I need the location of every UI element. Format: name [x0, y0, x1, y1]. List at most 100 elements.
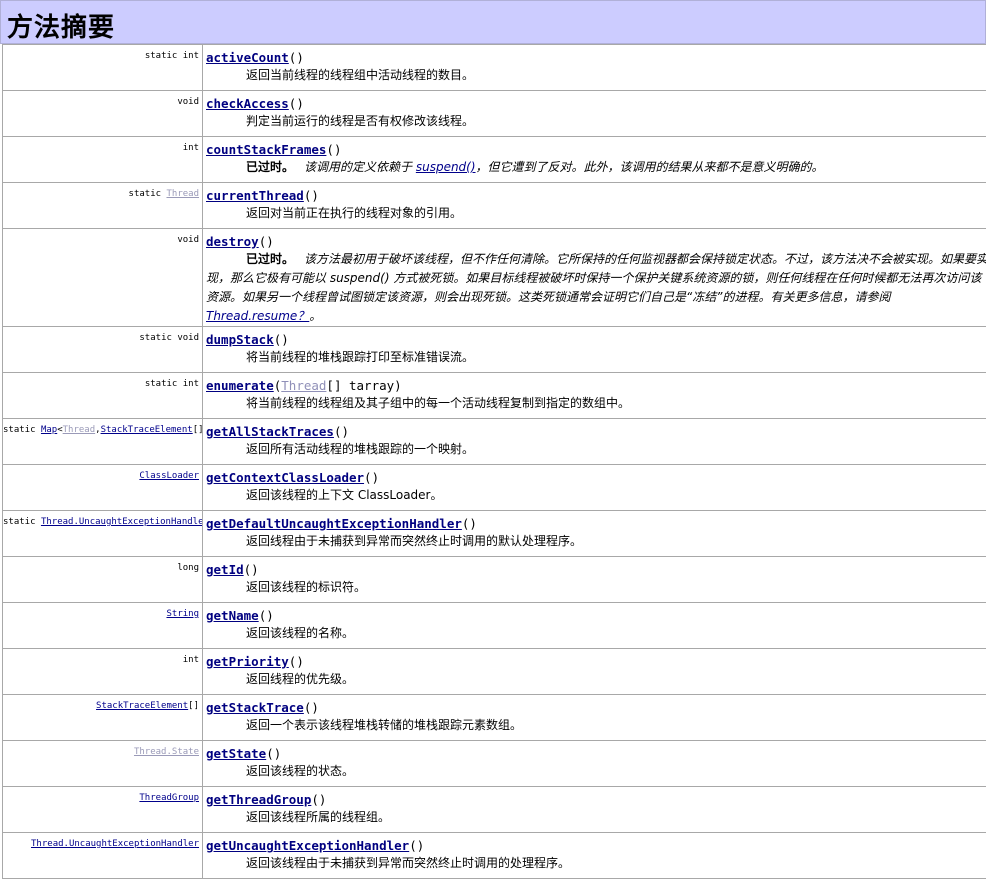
method-row: ThreadGroup getThreadGroup()返回该线程所属的线程组。: [3, 787, 986, 833]
method-description: 返回该线程的名称。: [206, 624, 986, 643]
paren-close: ): [311, 700, 319, 715]
method-name-link[interactable]: enumerate: [206, 378, 274, 393]
method-name-link[interactable]: checkAccess: [206, 96, 289, 111]
method-signature: checkAccess(): [206, 95, 986, 112]
method-description-cell: getPriority()返回线程的优先级。: [203, 649, 986, 695]
method-name-link[interactable]: getContextClassLoader: [206, 470, 364, 485]
method-description-cell: getAllStackTraces()返回所有活动线程的堆栈跟踪的一个映射。: [203, 419, 986, 465]
method-row: int countStackFrames()已过时。该调用的定义依赖于 suspe…: [3, 137, 986, 183]
method-row: voidcheckAccess()判定当前运行的线程是否有权修改该线程。: [3, 91, 986, 137]
method-description-cell: getStackTrace()返回一个表示该线程堆栈转储的堆栈跟踪元素数组。: [203, 695, 986, 741]
method-name-link[interactable]: dumpStack: [206, 332, 274, 347]
method-description: 判定当前运行的线程是否有权修改该线程。: [206, 112, 986, 131]
return-type-link[interactable]: ThreadGroup: [139, 793, 199, 803]
param-type-link[interactable]: Thread: [281, 378, 326, 393]
method-description-cell: getState()返回该线程的状态。: [203, 741, 986, 787]
modifier-text: int: [183, 143, 199, 153]
modifier-text: []>: [193, 425, 203, 435]
method-signature: getPriority(): [206, 653, 986, 670]
deprecated-label: 已过时。: [246, 160, 294, 174]
method-name-link[interactable]: countStackFrames: [206, 142, 326, 157]
deprecated-ref-link[interactable]: suspend(): [416, 160, 476, 174]
type-param-link[interactable]: StackTraceElement: [101, 425, 193, 435]
return-type-link[interactable]: String: [166, 609, 199, 619]
return-type-link[interactable]: Thread: [166, 189, 199, 199]
method-summary-header: 方法摘要: [0, 0, 986, 44]
method-modifier: StackTraceElement[]: [3, 695, 203, 741]
method-description-cell: checkAccess()判定当前运行的线程是否有权修改该线程。: [203, 91, 986, 137]
method-description-cell: getDefaultUncaughtExceptionHandler()返回线程…: [203, 511, 986, 557]
method-name-link[interactable]: getAllStackTraces: [206, 424, 334, 439]
method-description-cell: dumpStack()将当前线程的堆栈跟踪打印至标准错误流。: [203, 327, 986, 373]
paren-close: ): [266, 608, 274, 623]
method-description: 返回当前线程的线程组中活动线程的数目。: [206, 66, 986, 85]
method-summary-table: static intactiveCount()返回当前线程的线程组中活动线程的数…: [2, 44, 986, 879]
return-type-link[interactable]: StackTraceElement: [96, 701, 188, 711]
method-modifier: ClassLoader: [3, 465, 203, 511]
paren-open: (: [364, 470, 372, 485]
method-description: 返回该线程的上下文 ClassLoader。: [206, 486, 986, 505]
method-row: ClassLoader getContextClassLoader()返回该线程的…: [3, 465, 986, 511]
return-type-link[interactable]: ClassLoader: [139, 471, 199, 481]
method-name-link[interactable]: getDefaultUncaughtExceptionHandler: [206, 516, 462, 531]
method-signature: getThreadGroup(): [206, 791, 986, 808]
method-description-cell: activeCount()返回当前线程的线程组中活动线程的数目。: [203, 45, 986, 91]
method-description: 返回所有活动线程的堆栈跟踪的一个映射。: [206, 440, 986, 459]
modifier-text: []: [188, 701, 199, 711]
page-title: 方法摘要: [1, 1, 985, 44]
paren-close: ): [417, 838, 425, 853]
method-description: 返回一个表示该线程堆栈转储的堆栈跟踪元素数组。: [206, 716, 986, 735]
method-modifier: static Map<Thread,StackTraceElement[]>: [3, 419, 203, 465]
method-name-link[interactable]: getId: [206, 562, 244, 577]
method-signature: destroy(): [206, 233, 986, 250]
method-description: 返回对当前正在执行的线程对象的引用。: [206, 204, 986, 223]
method-signature: countStackFrames(): [206, 141, 986, 158]
type-param-link[interactable]: Thread: [63, 425, 96, 435]
method-description: 返回线程由于未捕获到异常而突然终止时调用的默认处理程序。: [206, 532, 986, 551]
method-modifier: static Thread: [3, 183, 203, 229]
method-signature: getDefaultUncaughtExceptionHandler(): [206, 515, 986, 532]
return-type-link[interactable]: Thread.UncaughtExceptionHandler: [41, 517, 203, 527]
method-name-link[interactable]: getUncaughtExceptionHandler: [206, 838, 409, 853]
method-name-link[interactable]: getPriority: [206, 654, 289, 669]
method-modifier: ThreadGroup: [3, 787, 203, 833]
method-name-link[interactable]: getThreadGroup: [206, 792, 311, 807]
method-name-link[interactable]: destroy: [206, 234, 259, 249]
method-signature: enumerate(Thread[] tarray): [206, 377, 986, 394]
deprecated-label: 已过时。: [246, 252, 294, 266]
method-name-link[interactable]: activeCount: [206, 50, 289, 65]
method-description: 返回该线程的状态。: [206, 762, 986, 781]
modifier-text: static: [3, 517, 41, 527]
method-name-link[interactable]: currentThread: [206, 188, 304, 203]
method-description: 将当前线程的堆栈跟踪打印至标准错误流。: [206, 348, 986, 367]
paren-open: (: [326, 142, 334, 157]
method-row: static Thread.UncaughtExceptionHandlerge…: [3, 511, 986, 557]
return-type-link[interactable]: Map: [41, 425, 57, 435]
deprecated-ref-link[interactable]: Thread.resume？: [206, 309, 309, 323]
method-description: 将当前线程的线程组及其子组中的每一个活动线程复制到指定的数组中。: [206, 394, 986, 413]
paren-close: ): [296, 654, 304, 669]
method-modifier: void: [3, 229, 203, 327]
method-row: longgetId()返回该线程的标识符。: [3, 557, 986, 603]
method-name-link[interactable]: getName: [206, 608, 259, 623]
method-description: 已过时。该调用的定义依赖于 suspend()，但它遭到了反对。此外，该调用的结…: [206, 158, 986, 177]
modifier-text: static void: [139, 333, 199, 343]
paren-open: (: [409, 838, 417, 853]
return-type-link[interactable]: Thread.UncaughtExceptionHandler: [31, 839, 199, 849]
method-description-cell: getContextClassLoader()返回该线程的上下文 ClassLo…: [203, 465, 986, 511]
method-description-cell: getName()返回该线程的名称。: [203, 603, 986, 649]
method-modifier: static void: [3, 327, 203, 373]
method-modifier: int: [3, 137, 203, 183]
method-modifier: void: [3, 91, 203, 137]
method-signature: getId(): [206, 561, 986, 578]
method-description: 返回该线程所属的线程组。: [206, 808, 986, 827]
deprecated-text: 。: [309, 309, 321, 323]
method-row: static intactiveCount()返回当前线程的线程组中活动线程的数…: [3, 45, 986, 91]
method-name-link[interactable]: getStackTrace: [206, 700, 304, 715]
method-row: intgetPriority()返回线程的优先级。: [3, 649, 986, 695]
method-modifier: long: [3, 557, 203, 603]
method-description-cell: getThreadGroup()返回该线程所属的线程组。: [203, 787, 986, 833]
method-name-link[interactable]: getState: [206, 746, 266, 761]
return-type-link[interactable]: Thread.State: [134, 747, 199, 757]
method-description-cell: destroy()已过时。该方法最初用于破坏该线程，但不作任何清除。它所保持的任…: [203, 229, 986, 327]
